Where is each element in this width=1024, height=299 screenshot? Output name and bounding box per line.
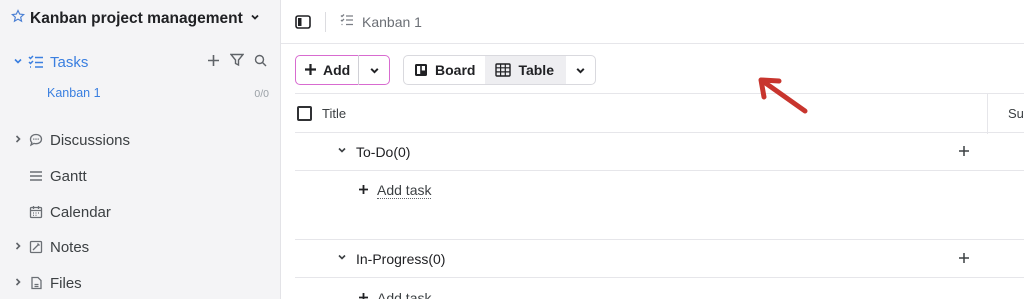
sidebar-item-calendar[interactable]: Calendar (0, 198, 281, 226)
chevron-down-icon (576, 67, 585, 74)
board-view-button[interactable]: Board (404, 56, 485, 84)
view-dropdown-button[interactable] (566, 56, 595, 84)
chevron-down-icon[interactable] (250, 12, 260, 25)
group-name: In-Progress(0) (356, 250, 446, 267)
gantt-lines-icon (27, 170, 45, 182)
sidebar-item-gantt[interactable]: Gantt (0, 162, 281, 190)
breadcrumb[interactable]: Kanban 1 (362, 14, 422, 30)
top-bar: Kanban 1 (281, 0, 1024, 44)
tasks-actions (207, 53, 267, 71)
chevron-right-icon[interactable] (11, 277, 25, 290)
project-title: Kanban project management (30, 9, 243, 27)
table-icon (495, 63, 512, 77)
plus-icon (304, 61, 317, 79)
sidebar-item-notes[interactable]: Notes (0, 233, 281, 261)
sidebar-item-discussions[interactable]: Discussions (0, 126, 281, 154)
plus-icon (358, 180, 369, 200)
column-divider[interactable] (987, 94, 988, 134)
board-icon (415, 64, 427, 76)
chevron-right-icon[interactable] (11, 241, 25, 254)
chevron-down-icon[interactable] (337, 145, 347, 158)
plus-icon[interactable] (958, 141, 970, 162)
task-list-icon (340, 14, 354, 29)
sidebar-item-label: Files (50, 274, 82, 292)
add-task-button[interactable]: Add task (358, 180, 432, 200)
task-list-icon (27, 55, 45, 69)
add-button[interactable]: Add (296, 61, 358, 79)
add-task-label: Add task (377, 181, 432, 199)
file-icon (27, 276, 45, 290)
sidebar-item-files[interactable]: Files (0, 269, 281, 297)
view-switcher: Board Table (403, 55, 596, 85)
column-header-second[interactable]: Su (1008, 106, 1024, 121)
sidebar-toggle-icon[interactable] (294, 13, 312, 31)
table-label: Table (518, 62, 554, 78)
plus-icon (358, 288, 369, 299)
sidebar-subitem-kanban-1[interactable]: Kanban 1 (47, 86, 101, 100)
sidebar-item-label: Gantt (50, 167, 87, 185)
star-icon[interactable] (10, 9, 26, 28)
sidebar-item-label: Discussions (50, 131, 131, 149)
sidebar-item-tasks[interactable]: Tasks (0, 48, 281, 76)
add-task-button[interactable]: Add task (358, 288, 431, 299)
table-view-button[interactable]: Table (485, 56, 566, 84)
column-header-title[interactable]: Title (322, 106, 346, 121)
add-button-group: Add (295, 55, 390, 85)
chevron-right-icon[interactable] (11, 134, 25, 147)
sidebar: Kanban project management Tasks Kanban 1… (0, 0, 281, 299)
group-row-in-progress: In-Progress(0) (295, 240, 1024, 278)
add-label: Add (323, 62, 351, 78)
group-row-todo: To-Do(0) (295, 133, 1024, 171)
project-selector[interactable]: Kanban project management (10, 9, 260, 28)
group-name: To-Do(0) (356, 143, 411, 160)
chat-bubble-icon (27, 133, 45, 147)
subitem-count: 0/0 (254, 88, 269, 100)
search-icon[interactable] (254, 54, 267, 71)
chevron-down-icon[interactable] (11, 56, 25, 69)
chevron-down-icon (369, 67, 379, 74)
annotation-arrow-icon (758, 77, 808, 114)
plus-icon[interactable] (958, 248, 970, 269)
sidebar-item-label: Calendar (50, 203, 111, 221)
board-label: Board (435, 62, 476, 78)
main-content: Kanban 1 Add Board Table Title Su To-Do(… (281, 0, 1024, 299)
plus-icon[interactable] (207, 54, 220, 71)
add-dropdown-button[interactable] (359, 65, 389, 76)
sidebar-item-label: Tasks (50, 53, 89, 71)
calendar-icon (27, 205, 45, 219)
table-header: Title Su (295, 93, 1024, 134)
notes-icon (27, 240, 45, 254)
divider (325, 11, 326, 32)
toolbar: Add Board Table (295, 55, 596, 85)
sidebar-item-label: Notes (50, 238, 90, 256)
chevron-down-icon[interactable] (337, 252, 347, 265)
add-task-label: Add task (377, 290, 431, 299)
select-all-checkbox[interactable] (297, 105, 312, 121)
filter-icon[interactable] (229, 53, 245, 71)
